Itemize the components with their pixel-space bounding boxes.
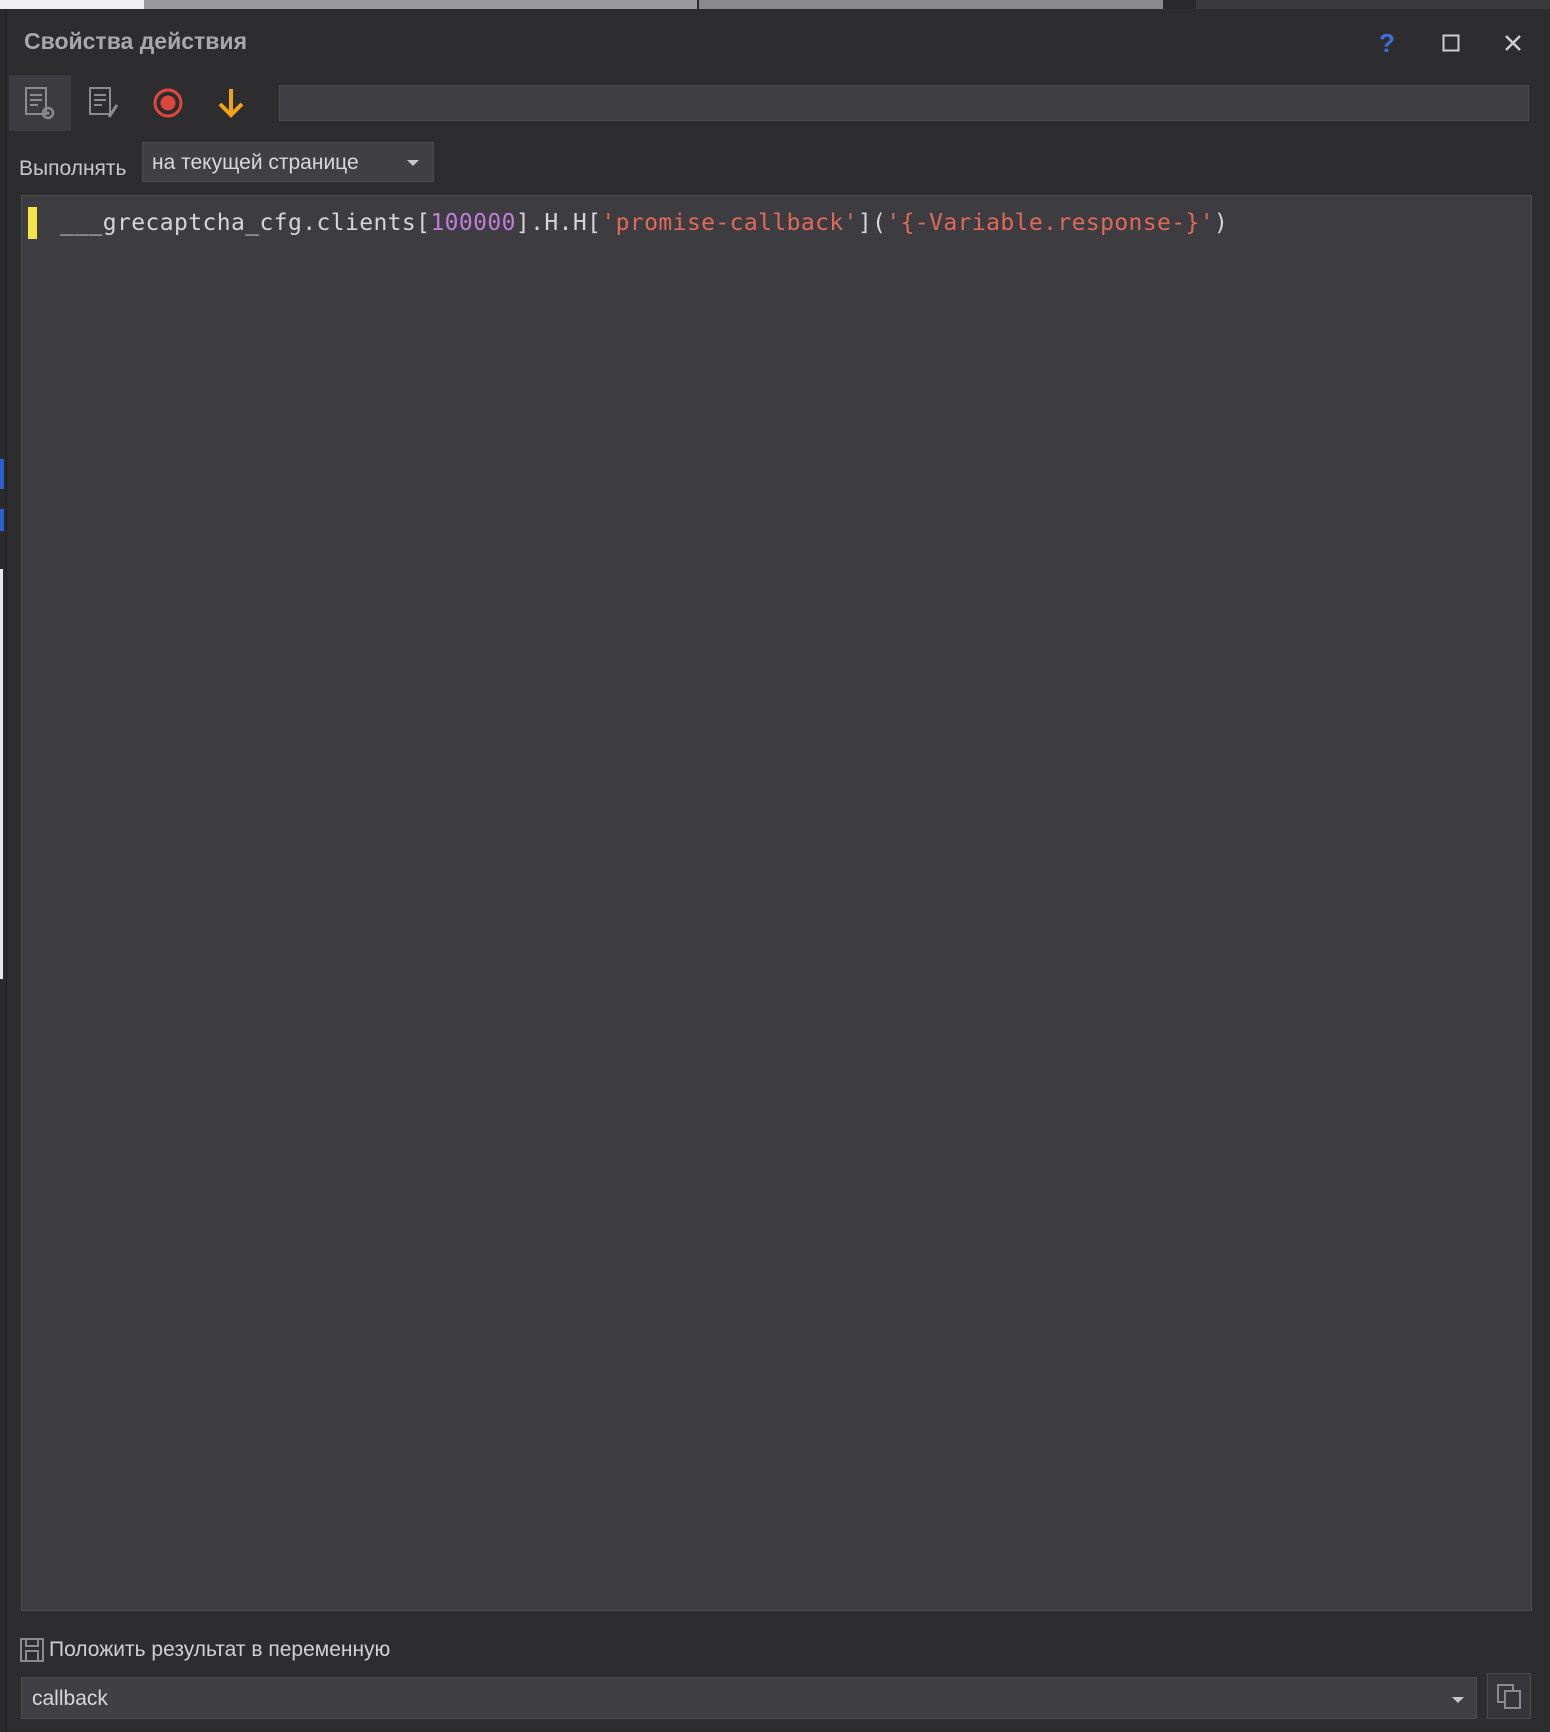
strip-segment — [144, 0, 697, 9]
copy-button[interactable] — [1487, 1673, 1531, 1719]
list-gear-icon — [25, 87, 55, 120]
code-token: ].H.H[ — [515, 210, 602, 236]
result-variable-combo[interactable]: callback — [21, 1677, 1477, 1719]
execute-label: Выполнять — [19, 157, 127, 180]
save-icon — [20, 1638, 44, 1662]
maximize-button[interactable] — [1431, 23, 1471, 63]
code-line[interactable]: ___grecaptcha_cfg.clients[100000].H.H['p… — [60, 210, 1228, 236]
background-app-strip — [0, 0, 1550, 9]
execute-mode-value: на текущей странице — [152, 151, 359, 174]
strip-segment — [699, 0, 1163, 9]
edge-marker — [0, 569, 3, 979]
strip-segment — [1196, 0, 1550, 9]
code-editor[interactable]: ___grecaptcha_cfg.clients[100000].H.H['p… — [21, 195, 1532, 1611]
edge-marker — [0, 509, 4, 531]
result-label: Положить результат в переменную — [49, 1638, 391, 1661]
toolbar — [7, 71, 1550, 136]
edit-view-button[interactable] — [73, 75, 135, 131]
list-edit-icon — [89, 87, 119, 118]
code-token: ___grecaptcha_cfg.clients[ — [60, 210, 431, 236]
chevron-down-icon[interactable] — [1452, 1697, 1464, 1703]
code-token-string: 'promise-callback' — [601, 210, 858, 236]
strip-segment — [0, 0, 144, 9]
code-token-number: 100000 — [430, 210, 516, 236]
copy-icon — [1497, 1684, 1521, 1709]
title-bar[interactable]: Свойства действия ? — [7, 9, 1550, 71]
step-down-button[interactable] — [200, 75, 262, 131]
close-button[interactable] — [1493, 23, 1533, 63]
arrow-down-icon — [218, 89, 244, 118]
help-button[interactable]: ? — [1367, 23, 1407, 63]
record-icon — [153, 88, 183, 118]
chevron-down-icon — [407, 160, 419, 166]
execute-mode-select[interactable]: на текущей странице — [142, 142, 434, 182]
current-line-marker — [28, 207, 37, 239]
edge-marker — [0, 459, 4, 489]
result-option[interactable]: Положить результат в переменную — [19, 1633, 390, 1667]
record-button[interactable] — [137, 75, 199, 131]
result-variable-value: callback — [32, 1687, 108, 1710]
action-name-input[interactable] — [279, 85, 1529, 121]
app-root: Свойства действия ? Выполнять на текущей… — [0, 0, 1550, 1732]
window-title: Свойства действия — [24, 28, 247, 54]
action-properties-window: Свойства действия ? Выполнять на текущей… — [6, 9, 1550, 1732]
question-icon: ? — [1379, 27, 1395, 58]
close-icon — [1505, 35, 1521, 51]
settings-view-button[interactable] — [9, 75, 71, 131]
code-token-string: '{-Variable.response-}' — [886, 210, 1215, 236]
maximize-icon — [1442, 34, 1460, 52]
code-token: ]( — [857, 210, 887, 236]
code-token: ) — [1214, 210, 1229, 236]
